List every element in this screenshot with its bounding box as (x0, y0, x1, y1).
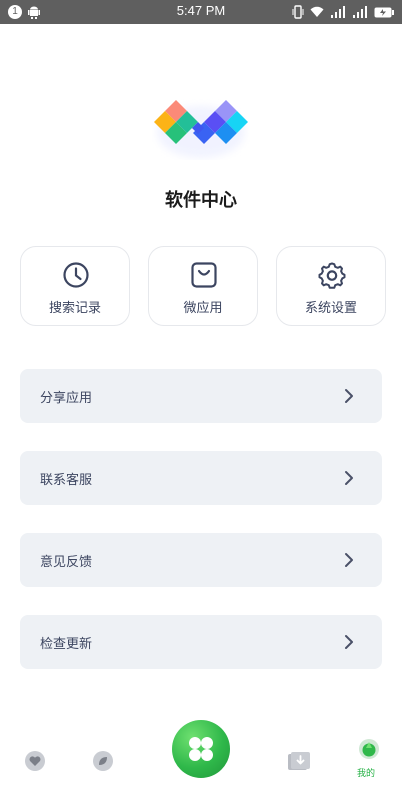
status-right (292, 5, 394, 19)
clover-icon (189, 737, 213, 761)
app-title: 软件中心 (165, 190, 237, 211)
chevron-right-icon (345, 471, 353, 485)
chevron-right-icon (345, 389, 353, 403)
vibrate-icon (292, 5, 304, 19)
share-app-row[interactable]: 分享应用 (20, 369, 382, 423)
check-update-label: 检查更新 (40, 637, 93, 652)
contact-support-row[interactable]: 联系客服 (20, 451, 382, 505)
battery-icon (374, 7, 394, 17)
signal-icon (331, 6, 345, 18)
contact-support-label: 联系客服 (40, 473, 93, 488)
wifi-icon (310, 6, 324, 17)
chevron-right-icon (345, 553, 353, 567)
heart-icon[interactable] (24, 750, 46, 772)
download-icon[interactable] (287, 750, 311, 772)
feedback-label: 意见反馈 (40, 555, 93, 570)
system-settings-card[interactable]: 系统设置 (276, 246, 386, 326)
status-bar: 1 5:47 PM (0, 0, 402, 24)
app-logo (154, 100, 248, 158)
home-center-button[interactable] (172, 720, 230, 778)
leaf-icon[interactable] (92, 750, 114, 772)
clock-icon (63, 262, 89, 288)
bag-icon (191, 262, 217, 288)
feedback-row[interactable]: 意见反馈 (20, 533, 382, 587)
check-update-row[interactable]: 检查更新 (20, 615, 382, 669)
system-settings-label: 系统设置 (304, 301, 357, 316)
signal-icon-2 (353, 6, 367, 18)
search-history-card[interactable]: 搜索记录 (20, 246, 130, 326)
chevron-right-icon (345, 635, 353, 649)
micro-apps-label: 微应用 (183, 301, 223, 316)
share-app-label: 分享应用 (40, 391, 93, 406)
tab-mine-label[interactable]: 我的 (357, 766, 375, 779)
gear-icon (318, 262, 346, 289)
profile-icon[interactable] (358, 738, 380, 760)
search-history-label: 搜索记录 (48, 301, 101, 316)
micro-apps-card[interactable]: 微应用 (148, 246, 258, 326)
